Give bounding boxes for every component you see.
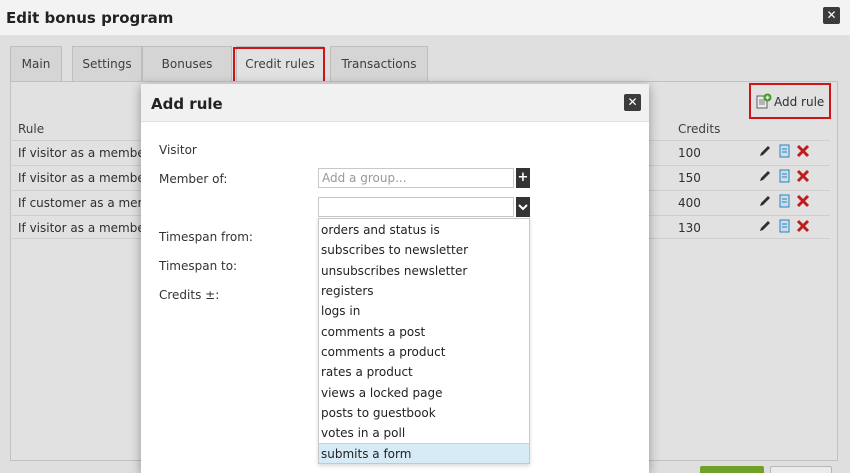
list-item[interactable]: registers	[319, 281, 529, 301]
list-item[interactable]: comments a product	[319, 342, 529, 362]
window-close-icon[interactable]: ✕	[823, 7, 840, 24]
dialog-header: Add rule ✕	[141, 84, 649, 122]
list-item[interactable]: orders and status is	[319, 220, 529, 240]
window-titlebar: Edit bonus program ✕	[0, 0, 850, 36]
list-item[interactable]: views a locked page	[319, 383, 529, 403]
window-title: Edit bonus program	[6, 9, 174, 27]
dialog-title: Add rule	[151, 95, 223, 113]
list-item[interactable]: unsubscribes newsletter	[319, 261, 529, 281]
list-item[interactable]: subscribes to newsletter	[319, 240, 529, 260]
action-select[interactable]	[318, 197, 514, 217]
timespan-to-label: Timespan to:	[159, 259, 238, 273]
chevron-down-icon[interactable]	[516, 197, 530, 217]
add-group-plus-icon[interactable]: +	[516, 168, 530, 188]
list-item[interactable]: comments a post	[319, 322, 529, 342]
list-item[interactable]: rates a product	[319, 362, 529, 382]
action-dropdown-list: orders and status is subscribes to newsl…	[318, 218, 530, 464]
dialog-close-icon[interactable]: ✕	[624, 94, 641, 111]
list-item[interactable]: votes in a poll	[319, 423, 529, 443]
member-of-label: Member of:	[159, 172, 228, 186]
list-item-selected[interactable]: submits a form	[319, 443, 529, 463]
add-rule-dialog: Add rule ✕ Visitor Member of: Add a grou…	[141, 84, 649, 473]
list-item[interactable]: posts to guestbook	[319, 403, 529, 423]
group-input[interactable]: Add a group...	[318, 168, 514, 188]
visitor-label: Visitor	[159, 143, 197, 157]
credits-label: Credits ±:	[159, 288, 220, 302]
list-item[interactable]: logs in	[319, 301, 529, 321]
timespan-from-label: Timespan from:	[159, 230, 253, 244]
